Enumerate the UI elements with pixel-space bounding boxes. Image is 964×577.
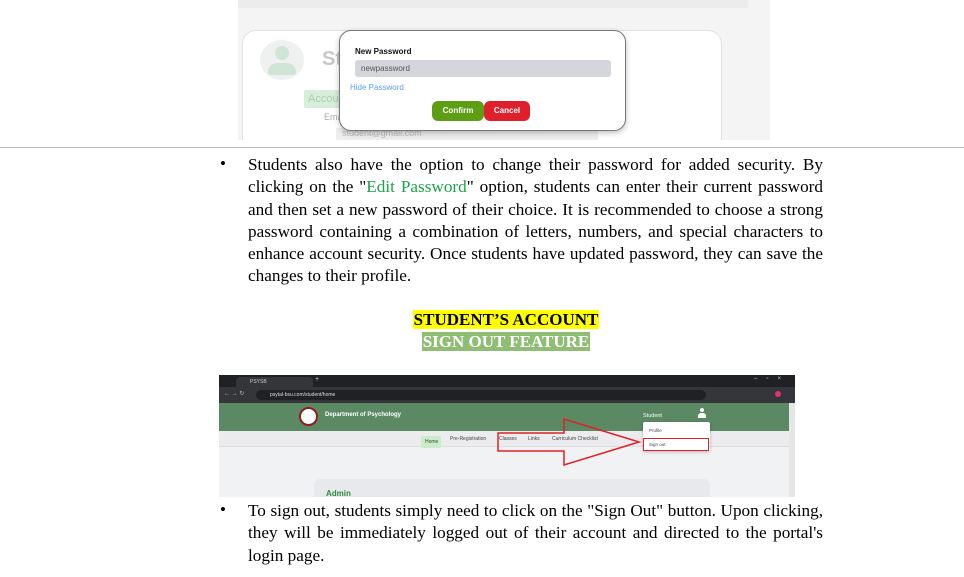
nav-pre-registration[interactable]: Pre-Registration [450, 436, 486, 442]
new-password-input[interactable]: newpassword [355, 60, 611, 77]
confirm-button[interactable]: Confirm [432, 101, 484, 121]
admin-title: Admin [326, 489, 351, 497]
window-controls-icon[interactable]: –▫× [754, 376, 790, 382]
edit-password-paragraph: Students also have the option to change … [248, 154, 823, 288]
avatar-icon [260, 40, 304, 80]
nav-arrows-icon[interactable]: ← → ↻ [224, 390, 244, 397]
page-divider [0, 147, 964, 148]
edit-password-highlight: Edit Password [366, 177, 467, 197]
sign-out-paragraph: To sign out, students simply need to cli… [248, 501, 823, 565]
profile-icon[interactable] [775, 391, 781, 397]
arrow-annotation-icon [497, 417, 642, 467]
cancel-button[interactable]: Cancel [484, 101, 530, 121]
admin-card: Admin [314, 479, 710, 497]
scrollbar[interactable] [789, 403, 795, 497]
browser-tab[interactable]: PSYSB [236, 377, 313, 387]
user-label[interactable]: Student [643, 413, 662, 419]
sign-out-highlight-box [643, 438, 709, 451]
nav-home[interactable]: Home [421, 436, 441, 448]
heading-line2: SIGN OUT FEATURE [421, 332, 591, 351]
address-bar: ← → ↻ psytal-bsu.com/student/home [219, 387, 795, 403]
bullet-icon: • [220, 154, 226, 173]
cropped-strip [238, 0, 748, 8]
new-tab-icon[interactable]: + [315, 376, 319, 383]
account-button[interactable]: Account [304, 90, 344, 108]
menu-profile[interactable]: Profile [649, 428, 662, 433]
user-icon[interactable] [698, 408, 706, 422]
new-password-label: New Password [355, 47, 412, 56]
section-subheading: SIGN OUT FEATURE [0, 332, 964, 352]
heading-line1: STUDENT’S ACCOUNT [412, 310, 600, 329]
url-field[interactable]: psytal-bsu.com/student/home [256, 390, 706, 400]
sign-out-screenshot: PSYSB + –▫× ← → ↻ psytal-bsu.com/student… [219, 375, 795, 497]
department-title: Department of Psychology [325, 412, 402, 418]
browser-tab-strip: PSYSB + –▫× [219, 375, 795, 387]
hide-password-link[interactable]: Hide Password [350, 83, 404, 92]
bullet-icon: • [220, 500, 226, 519]
new-password-modal: New Password newpassword Hide Password C… [339, 30, 626, 131]
change-password-screenshot: St Account Email student@gmail.com New P… [238, 0, 770, 140]
section-heading: STUDENT’S ACCOUNT [0, 310, 964, 330]
department-logo-icon [299, 407, 318, 426]
